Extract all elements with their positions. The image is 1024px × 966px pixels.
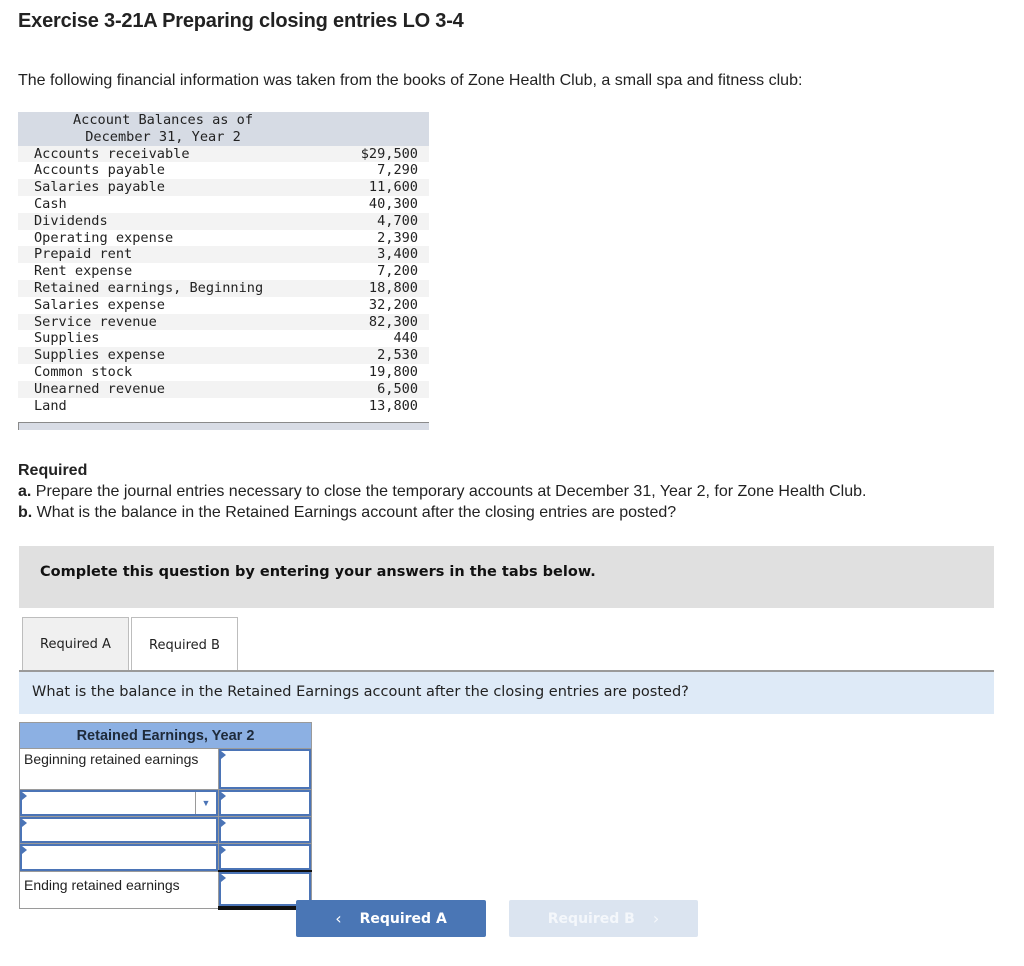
row2-label-input[interactable] xyxy=(20,817,218,843)
question-text: What is the balance in the Retained Earn… xyxy=(32,684,689,700)
account-name: Accounts receivable xyxy=(34,145,190,162)
account-amount: 3,400 xyxy=(377,246,418,263)
balance-row: Accounts payable 7,290 xyxy=(18,162,429,180)
beginning-label: Beginning retained earnings xyxy=(19,748,219,790)
next-button-label: Required B xyxy=(547,910,635,927)
account-amount: $29,500 xyxy=(360,145,418,162)
account-amount: 82,300 xyxy=(368,313,418,330)
balance-row: Operating expense 2,390 xyxy=(18,229,429,247)
required-heading: Required xyxy=(18,462,88,479)
account-name: Supplies expense xyxy=(34,347,165,364)
balance-row: Retained earnings, Beginning 18,800 xyxy=(18,279,429,297)
intro-text: The following financial information was … xyxy=(18,72,803,89)
account-amount: 11,600 xyxy=(368,179,418,196)
account-name: Dividends xyxy=(34,212,108,229)
account-name: Salaries expense xyxy=(34,296,165,313)
row2-value-input[interactable] xyxy=(219,817,311,843)
chevron-down-icon[interactable]: ▼ xyxy=(195,792,216,814)
question-bar: What is the balance in the Retained Earn… xyxy=(19,672,994,714)
account-amount: 2,530 xyxy=(377,347,418,364)
account-name: Land xyxy=(34,397,67,414)
re-table-title: Retained Earnings, Year 2 xyxy=(19,722,312,749)
balances-header-line1: Account Balances as of xyxy=(72,112,254,128)
account-amount: 32,200 xyxy=(368,296,418,313)
row3-value-input[interactable] xyxy=(219,844,311,870)
account-name: Unearned revenue xyxy=(34,380,165,397)
balance-row: Service revenue 82,300 xyxy=(18,313,429,331)
account-name: Common stock xyxy=(34,363,133,380)
required-a: a. Prepare the journal entries necessary… xyxy=(18,481,866,502)
horizontal-scrollbar[interactable] xyxy=(18,422,429,430)
account-amount: 2,390 xyxy=(377,229,418,246)
required-b-label: b. xyxy=(18,504,33,521)
balance-row: Supplies expense 2,530 xyxy=(18,347,429,364)
beginning-value-input[interactable] xyxy=(219,749,311,789)
balance-row: Salaries payable 11,600 xyxy=(18,179,429,196)
balance-row: Land 13,800 xyxy=(18,397,429,415)
account-amount: 4,700 xyxy=(377,212,418,229)
retained-earnings-table: Retained Earnings, Year 2 Beginning reta… xyxy=(19,722,312,910)
row3-label-input[interactable] xyxy=(20,844,218,871)
required-a-text: Prepare the journal entries necessary to… xyxy=(31,483,867,500)
required-b-text: What is the balance in the Retained Earn… xyxy=(32,504,677,521)
balances-header: Account Balances as of December 31, Year… xyxy=(18,112,429,146)
balance-row: Prepaid rent 3,400 xyxy=(18,246,429,264)
balance-row: Cash 40,300 xyxy=(18,195,429,213)
prev-required-a-button[interactable]: ‹ Required A xyxy=(296,900,486,937)
account-name: Retained earnings, Beginning xyxy=(34,279,264,296)
account-amount: 6,500 xyxy=(377,380,418,397)
account-name: Supplies xyxy=(34,330,100,347)
required-section: Required a. Prepare the journal entries … xyxy=(18,460,866,523)
account-amount: 40,300 xyxy=(368,195,418,212)
prev-button-label: Required A xyxy=(359,910,447,927)
page-title: Exercise 3-21A Preparing closing entries… xyxy=(18,10,464,32)
balance-row: Common stock 19,800 xyxy=(18,363,429,381)
tab-required-b[interactable]: Required B xyxy=(131,617,238,672)
instruction-banner: Complete this question by entering your … xyxy=(19,546,994,608)
account-name: Prepaid rent xyxy=(34,246,133,263)
account-name: Operating expense xyxy=(34,229,174,246)
ending-label: Ending retained earnings xyxy=(19,870,219,909)
required-b: b. What is the balance in the Retained E… xyxy=(18,502,866,523)
balance-row: Rent expense 7,200 xyxy=(18,263,429,280)
row1-value-input[interactable] xyxy=(219,790,311,816)
balance-row: Supplies 440 xyxy=(18,330,429,348)
chevron-left-icon: ‹ xyxy=(335,909,342,928)
tab-required-a[interactable]: Required A xyxy=(22,617,129,670)
account-name: Cash xyxy=(34,195,67,212)
account-balances-table: Account Balances as of December 31, Year… xyxy=(18,112,429,415)
instruction-text: Complete this question by entering your … xyxy=(40,564,596,580)
balance-row: Dividends 4,700 xyxy=(18,212,429,230)
account-amount: 440 xyxy=(393,330,418,347)
balances-header-line2: December 31, Year 2 xyxy=(85,128,241,145)
account-amount: 7,200 xyxy=(377,263,418,280)
next-required-b-button[interactable]: Required B › xyxy=(509,900,698,937)
account-name: Rent expense xyxy=(34,263,133,280)
row1-account-select[interactable]: ▼ xyxy=(20,790,218,816)
account-name: Salaries payable xyxy=(34,179,165,196)
account-amount: 19,800 xyxy=(368,363,418,380)
balance-row: Accounts receivable $29,500 xyxy=(18,145,429,163)
account-amount: 13,800 xyxy=(368,397,418,414)
balance-row: Salaries expense 32,200 xyxy=(18,296,429,314)
account-name: Accounts payable xyxy=(34,162,165,179)
balance-row: Unearned revenue 6,500 xyxy=(18,380,429,398)
required-a-label: a. xyxy=(18,483,32,500)
account-name: Service revenue xyxy=(34,313,157,330)
chevron-right-icon: › xyxy=(652,909,660,928)
account-amount: 7,290 xyxy=(377,162,418,179)
account-amount: 18,800 xyxy=(368,279,418,296)
